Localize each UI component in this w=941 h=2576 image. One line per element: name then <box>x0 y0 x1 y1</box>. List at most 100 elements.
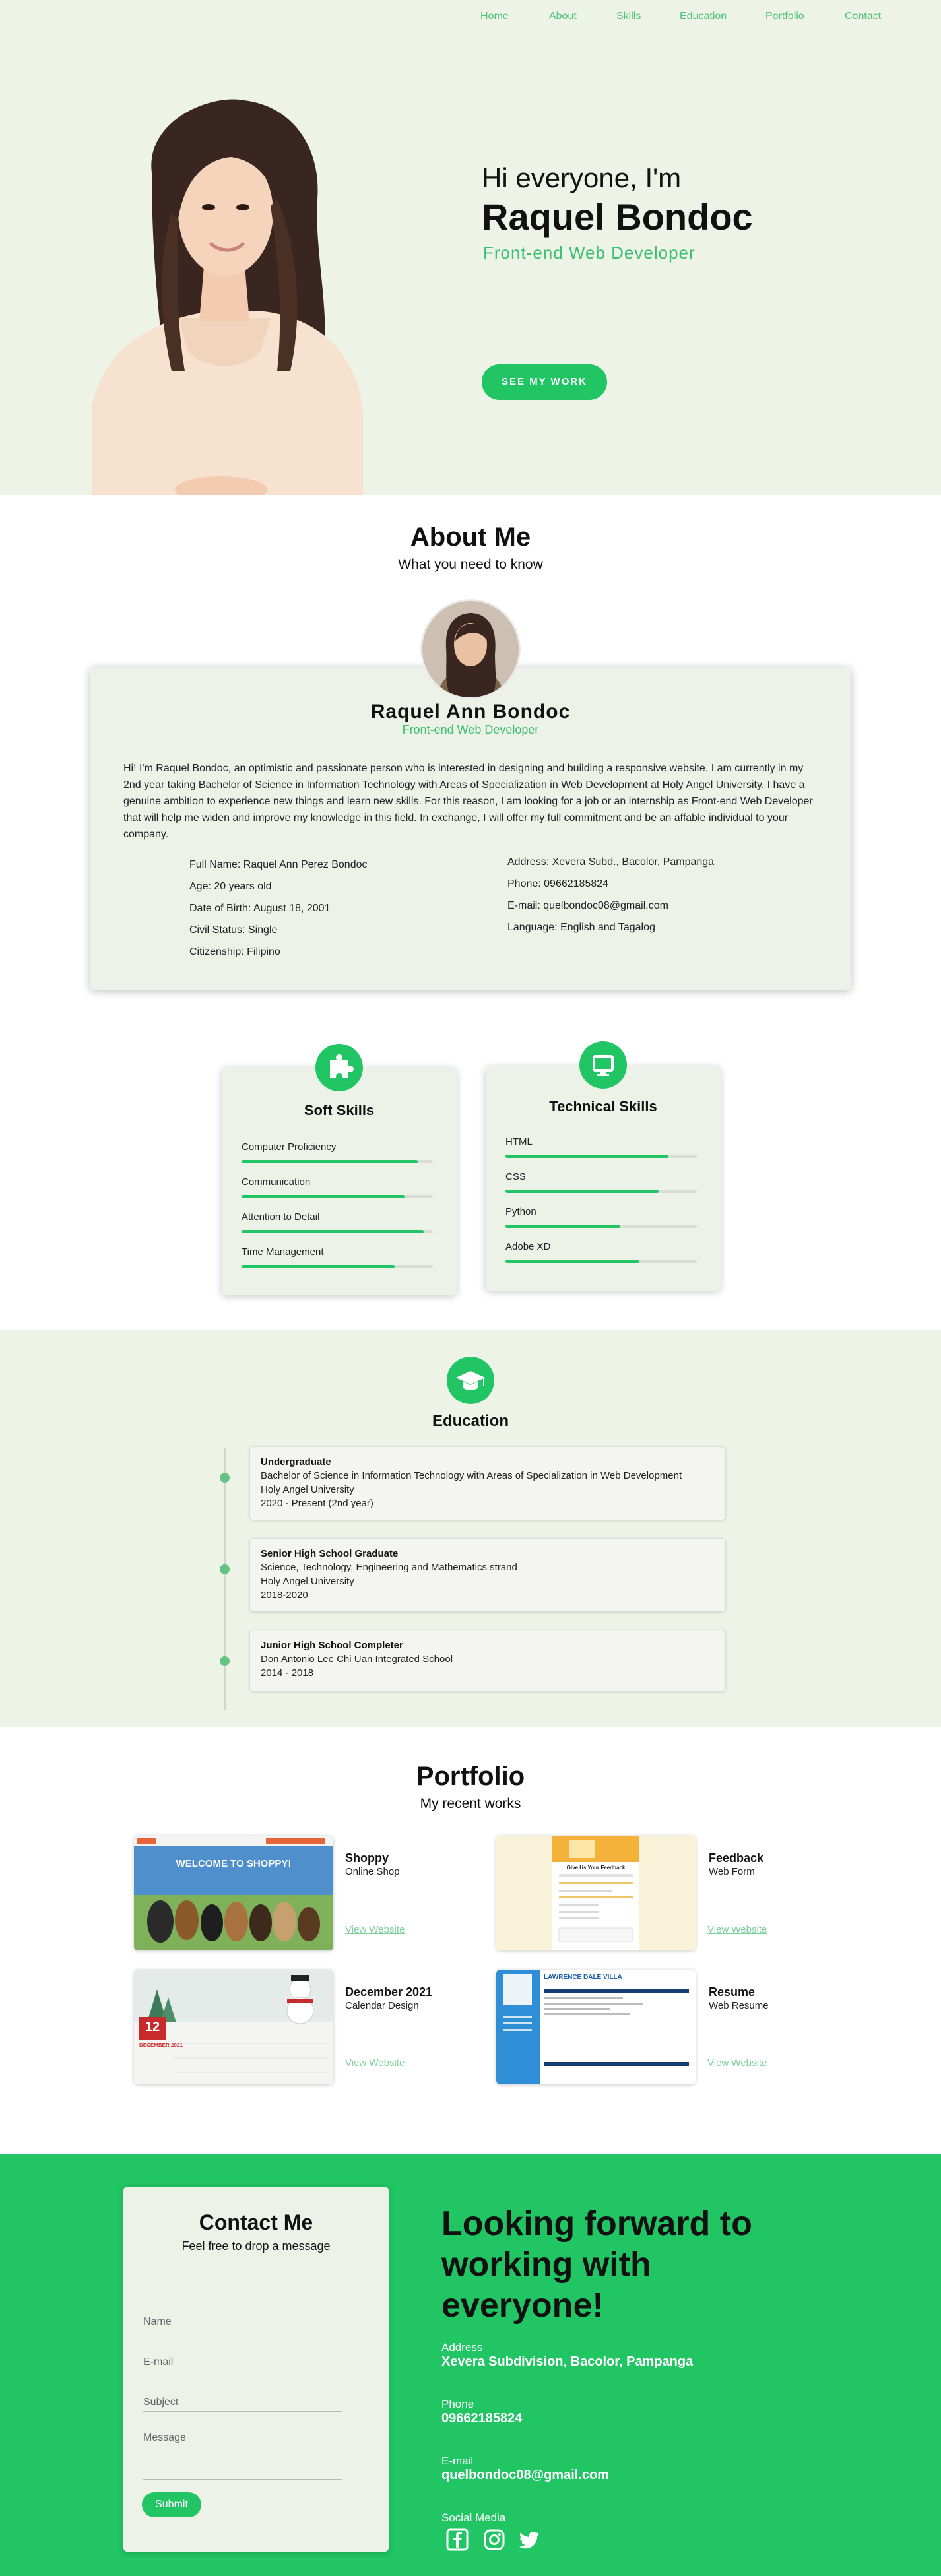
calendar-thumbnail[interactable]: 12 DECEMBER 2021 <box>134 1970 333 2084</box>
portfolio-item-subtitle: Web Form <box>709 1866 755 1877</box>
resume-thumbnail[interactable]: LAWRENCE DALE VILLA <box>496 1970 696 2084</box>
personal-info-left: Full Name: Raquel Ann Perez Bondoc Age: … <box>189 859 367 968</box>
twitter-icon[interactable] <box>519 2528 541 2551</box>
education-entry: Senior High School Graduate Science, Tec… <box>249 1538 726 1612</box>
feedback-thumbnail[interactable]: Give Us Your Feedback <box>496 1836 696 1950</box>
personal-info-right: Address: Xevera Subd., Bacolor, Pampanga… <box>507 856 714 944</box>
skill-bar <box>505 1190 697 1193</box>
about-name: Raquel Ann Bondoc <box>370 701 571 723</box>
skill-row: Time Management <box>242 1246 433 1268</box>
contact-headline: Looking forward to working with everyone… <box>441 2205 752 2325</box>
portfolio-item-subtitle: Calendar Design <box>345 2000 419 2011</box>
view-website-link[interactable]: View Website <box>707 2057 767 2069</box>
nav-skills[interactable]: Skills <box>616 11 641 22</box>
about-card: Raquel Ann Bondoc Front-end Web Develope… <box>90 668 851 990</box>
skill-bar-fill <box>242 1265 395 1268</box>
skill-bar <box>505 1155 697 1158</box>
info-birth-date: Date of Birth: August 18, 2001 <box>189 903 331 914</box>
top-nav: Home About Skills Education Portfolio Co… <box>0 11 941 26</box>
skill-bar-fill <box>242 1160 418 1163</box>
education-program: Bachelor of Science in Information Techn… <box>261 1470 682 1481</box>
shoppy-thumbnail-text: WELCOME TO SHOPPY! <box>176 1858 292 1869</box>
view-website-link[interactable]: View Website <box>345 2057 405 2069</box>
name-field[interactable]: Name <box>143 2316 342 2331</box>
skill-row: HTML <box>505 1136 697 1158</box>
info-citizenship: Citizenship: Filipino <box>189 946 280 957</box>
education-years: 2020 - Present (2nd year) <box>261 1498 373 1509</box>
skill-bar-fill <box>242 1230 424 1233</box>
facebook-icon[interactable] <box>446 2528 469 2551</box>
view-website-link[interactable]: View Website <box>707 1924 767 1935</box>
portfolio-item-title: Shoppy <box>345 1852 389 1865</box>
skill-bar-fill <box>505 1260 639 1263</box>
calendar-thumbnail-day: 12 <box>145 2020 160 2034</box>
hero-section: Hi everyone, I'm Raquel Bondoc Front-end… <box>0 0 941 495</box>
portfolio-section: Portfolio My recent works WELCOME TO SHO… <box>0 1727 941 2154</box>
about-title: About Me <box>410 523 531 552</box>
timeline-dot <box>220 1656 230 1666</box>
shoppy-thumbnail[interactable]: WELCOME TO SHOPPY! <box>134 1836 333 1950</box>
email-label: E-mail <box>441 2455 474 2467</box>
nav-contact[interactable]: Contact <box>845 11 881 22</box>
address-value: Xevera Subdivision, Bacolor, Pampanga <box>441 2354 694 2369</box>
education-school: Holy Angel University <box>261 1484 354 1495</box>
view-website-link[interactable]: View Website <box>345 1924 405 1935</box>
info-language: Language: English and Tagalog <box>507 922 655 933</box>
skill-label: Communication <box>242 1176 311 1188</box>
education-program: Don Antonio Lee Chi Uan Integrated Schoo… <box>261 1654 453 1665</box>
info-address: Address: Xevera Subd., Bacolor, Pampanga <box>507 856 715 868</box>
skill-bar-fill <box>505 1225 620 1228</box>
nav-education[interactable]: Education <box>680 11 727 22</box>
portfolio-item-title: Resume <box>709 1985 756 1999</box>
message-field[interactable]: Message <box>143 2432 342 2480</box>
skill-bar-fill <box>242 1195 405 1198</box>
education-timeline <box>224 1448 226 1710</box>
technical-skills-card: Technical Skills HTML CSS Python Adobe X… <box>486 1066 721 1291</box>
submit-button[interactable]: Submit <box>142 2492 201 2517</box>
skill-bar <box>242 1265 433 1268</box>
see-my-work-button[interactable]: SEE MY WORK <box>482 364 607 400</box>
education-entry: Junior High School Completer Don Antonio… <box>249 1630 726 1692</box>
skill-row: Communication <box>242 1176 433 1198</box>
about-subtitle: What you need to know <box>398 557 543 572</box>
skill-bar <box>242 1195 433 1198</box>
skill-label: CSS <box>505 1171 526 1182</box>
skill-bar-fill <box>505 1155 668 1158</box>
education-level: Undergraduate <box>261 1456 331 1467</box>
education-school: Holy Angel University <box>261 1576 354 1587</box>
contact-title: Contact Me <box>199 2210 313 2234</box>
feedback-thumbnail-text: Give Us Your Feedback <box>566 1865 626 1871</box>
portfolio-item-subtitle: Web Resume <box>709 2000 769 2011</box>
subject-field[interactable]: Subject <box>143 2397 342 2412</box>
education-title: Education <box>432 1412 509 1430</box>
nav-home[interactable]: Home <box>480 11 509 22</box>
nav-portfolio[interactable]: Portfolio <box>765 11 804 22</box>
about-avatar <box>420 599 521 699</box>
email-field[interactable]: E-mail <box>143 2356 342 2371</box>
skills-section: Soft Skills Computer Proficiency Communi… <box>0 1010 941 1330</box>
education-level: Junior High School Completer <box>261 1640 403 1651</box>
hero-role: Front-end Web Developer <box>483 243 696 263</box>
education-school: 2014 - 2018 <box>261 1667 314 1679</box>
timeline-dot <box>220 1564 230 1574</box>
nav-about[interactable]: About <box>549 11 577 22</box>
hero-name: Raquel Bondoc <box>482 196 753 238</box>
phone-value: 09662185824 <box>441 2411 523 2426</box>
puzzle-icon <box>315 1044 363 1091</box>
phone-label: Phone <box>441 2398 474 2410</box>
education-program: Science, Technology, Engineering and Mat… <box>261 1562 517 1573</box>
education-years: 2018-2020 <box>261 1590 308 1601</box>
timeline-dot <box>220 1473 230 1483</box>
info-age: Age: 20 years old <box>189 881 272 892</box>
hero-greeting: Hi everyone, I'm <box>482 162 682 193</box>
info-phone: Phone: 09662185824 <box>507 878 609 889</box>
monitor-icon <box>579 1041 627 1089</box>
skill-label: Adobe XD <box>505 1241 551 1252</box>
portfolio-item-subtitle: Online Shop <box>345 1866 400 1877</box>
skill-bar <box>242 1160 433 1163</box>
info-civil-status: Civil Status: Single <box>189 924 278 936</box>
about-section: About Me What you need to know Raquel An… <box>0 495 941 1010</box>
skill-bar-fill <box>505 1190 659 1193</box>
instagram-icon[interactable] <box>483 2528 505 2551</box>
social-media-label: Social Media <box>441 2511 506 2524</box>
